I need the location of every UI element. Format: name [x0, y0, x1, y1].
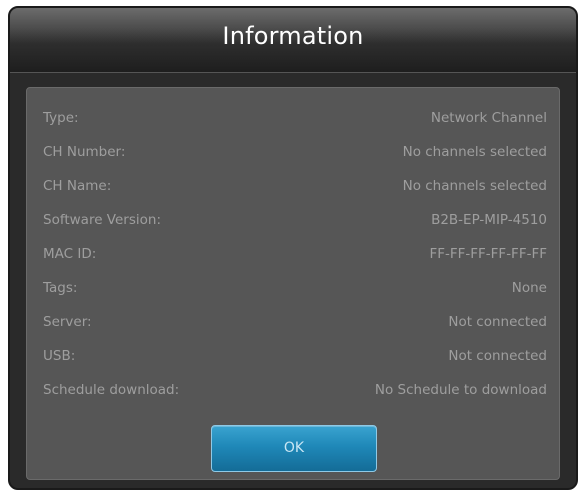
- information-dialog: Information Type: Network Channel CH Num…: [8, 6, 578, 490]
- info-row-usb: USB: Not connected: [43, 348, 547, 368]
- info-panel: Type: Network Channel CH Number: No chan…: [26, 87, 560, 480]
- info-row-mac-id: MAC ID: FF-FF-FF-FF-FF-FF: [43, 246, 547, 266]
- dialog-title-bar: Information: [10, 8, 576, 73]
- info-value-ch-number: No channels selected: [402, 144, 547, 160]
- info-value-mac-id: FF-FF-FF-FF-FF-FF: [429, 246, 547, 262]
- info-label-software-version: Software Version:: [43, 212, 161, 228]
- info-label-mac-id: MAC ID:: [43, 246, 97, 262]
- info-row-schedule-download: Schedule download: No Schedule to downlo…: [43, 382, 547, 402]
- info-label-server: Server:: [43, 314, 92, 330]
- info-label-schedule-download: Schedule download:: [43, 382, 180, 398]
- info-value-type: Network Channel: [430, 110, 547, 126]
- ok-button[interactable]: OK: [211, 425, 377, 472]
- info-row-type: Type: Network Channel: [43, 110, 547, 130]
- info-value-software-version: B2B-EP-MIP-4510: [431, 212, 547, 228]
- info-value-ch-name: No channels selected: [402, 178, 547, 194]
- info-row-software-version: Software Version: B2B-EP-MIP-4510: [43, 212, 547, 232]
- info-value-schedule-download: No Schedule to download: [374, 382, 547, 398]
- info-value-usb: Not connected: [448, 348, 547, 364]
- info-row-server: Server: Not connected: [43, 314, 547, 334]
- info-label-ch-number: CH Number:: [43, 144, 126, 160]
- info-label-usb: USB:: [43, 348, 76, 364]
- info-value-tags: None: [511, 280, 547, 296]
- info-row-ch-number: CH Number: No channels selected: [43, 144, 547, 164]
- info-label-tags: Tags:: [43, 280, 78, 296]
- info-label-ch-name: CH Name:: [43, 178, 112, 194]
- dialog-title: Information: [222, 22, 364, 50]
- info-row-ch-name: CH Name: No channels selected: [43, 178, 547, 198]
- info-label-type: Type:: [43, 110, 79, 126]
- info-row-tags: Tags: None: [43, 280, 547, 300]
- info-value-server: Not connected: [448, 314, 547, 330]
